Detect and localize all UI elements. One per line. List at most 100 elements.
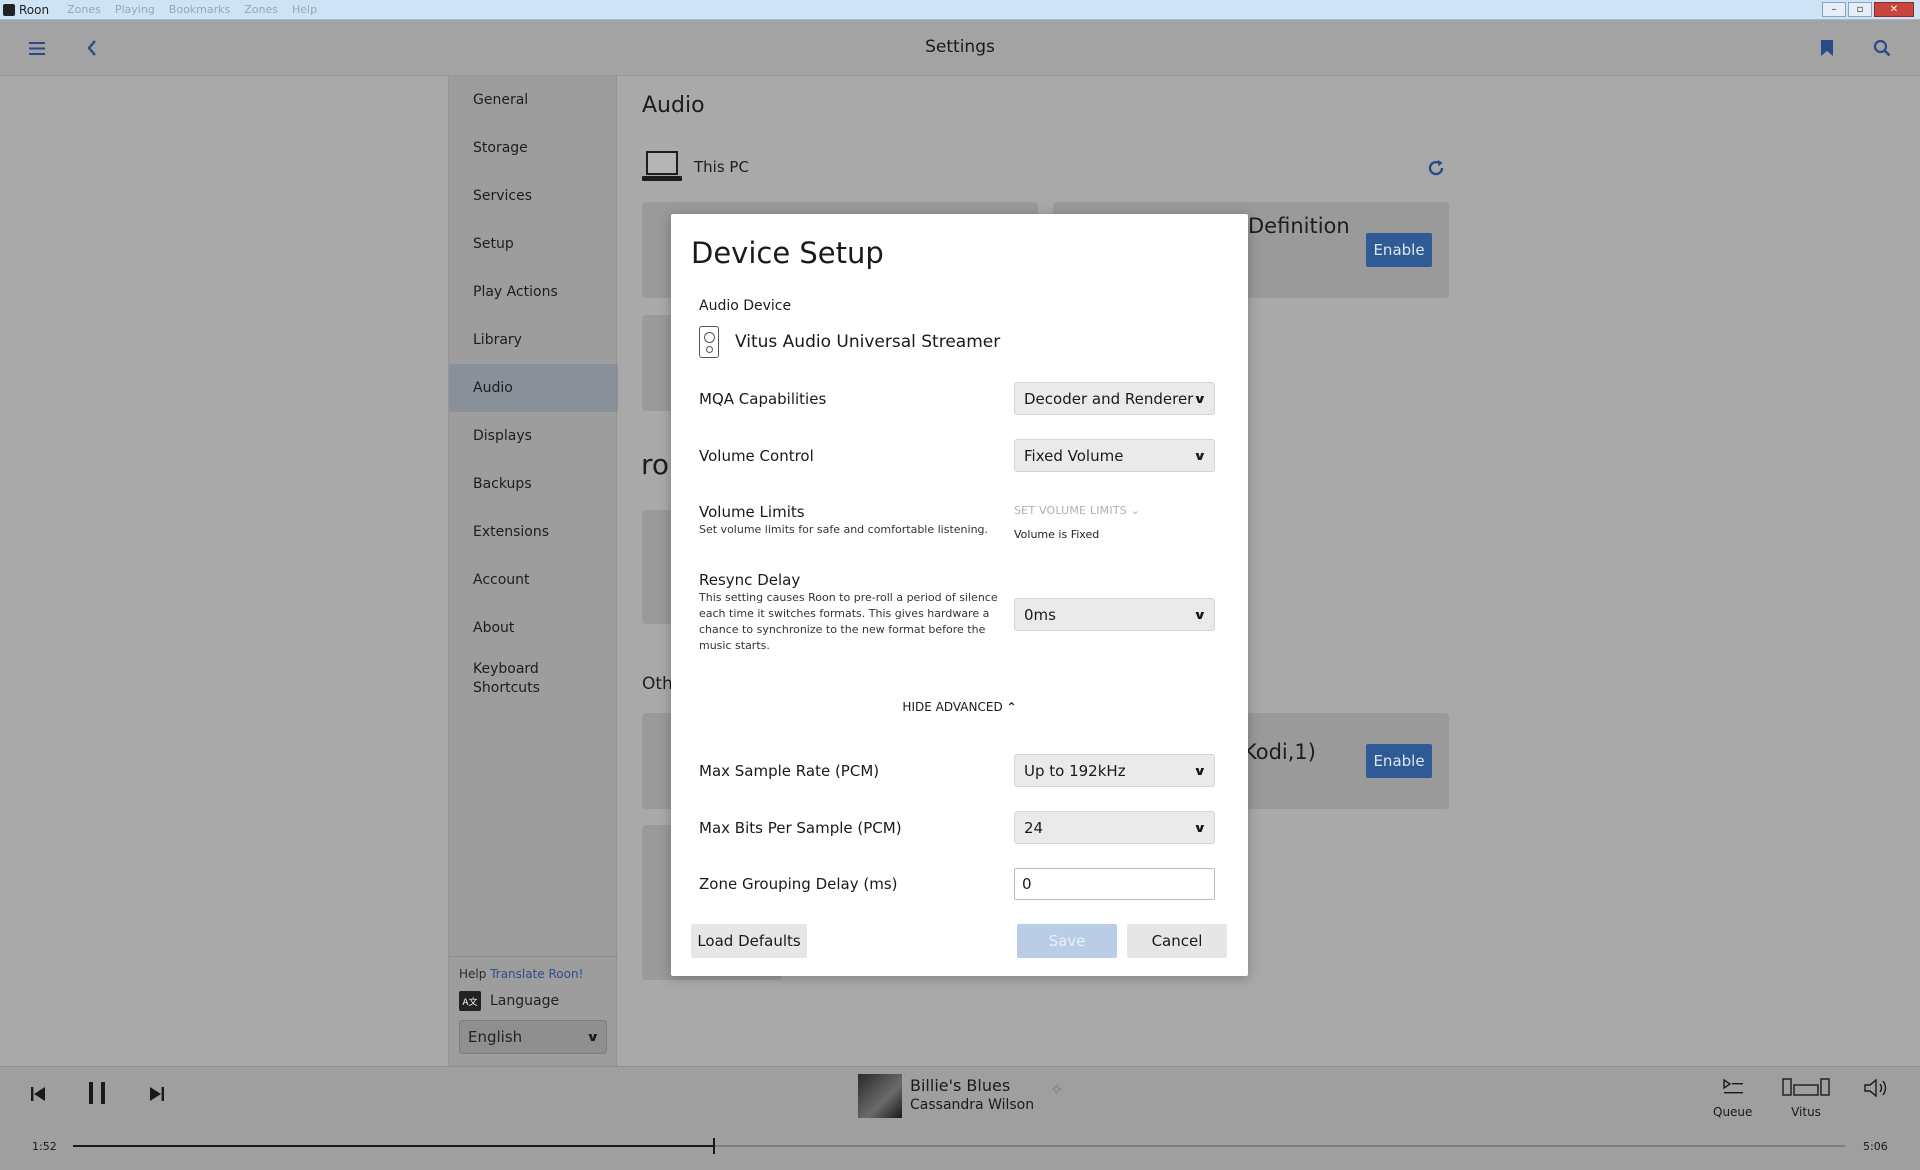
bookmark-icon[interactable] xyxy=(1816,37,1838,59)
menu-item[interactable]: Help xyxy=(292,3,317,16)
language-row: A文 Language xyxy=(459,991,608,1011)
save-button[interactable]: Save xyxy=(1017,924,1117,958)
close-icon[interactable]: ✕ xyxy=(1874,2,1914,17)
enable-button[interactable]: Enable xyxy=(1366,744,1432,778)
volume-limits-description: Set volume limits for safe and comfortab… xyxy=(699,523,989,536)
nav-item-about[interactable]: About xyxy=(449,604,618,652)
mqa-capabilities-select[interactable]: Decoder and Renderer ∨ xyxy=(1014,382,1215,415)
pause-icon[interactable] xyxy=(86,1081,108,1111)
device-group-label: This PC xyxy=(694,158,749,176)
cancel-button[interactable]: Cancel xyxy=(1127,924,1227,958)
nav-item-services[interactable]: Services xyxy=(449,172,618,220)
page-title: Settings xyxy=(925,37,995,57)
menu-item[interactable]: Playing xyxy=(115,3,155,16)
chevron-up-icon: ⌃ xyxy=(1006,700,1017,714)
menu-item[interactable]: Zones xyxy=(244,3,278,16)
max-bits-select[interactable]: 24 ∨ xyxy=(1014,811,1215,844)
load-defaults-button[interactable]: Load Defaults xyxy=(691,924,807,958)
mqa-label: MQA Capabilities xyxy=(699,390,827,408)
language-label: Language xyxy=(490,993,560,1009)
window-title: Roon xyxy=(19,2,50,17)
previous-track-icon[interactable] xyxy=(30,1083,46,1108)
volume-button[interactable] xyxy=(1863,1077,1889,1105)
nav-item-setup[interactable]: Setup xyxy=(449,220,618,268)
set-volume-limits-button: SET VOLUME LIMITS ⌄ xyxy=(1014,504,1140,517)
section-heading-fragment: ro xyxy=(641,448,670,481)
nav-item-keyboard-shortcuts[interactable]: Keyboard Shortcuts xyxy=(449,652,618,706)
chevron-down-icon: ∨ xyxy=(586,1030,600,1044)
signal-path-icon[interactable]: ✧ xyxy=(1050,1080,1063,1099)
maximize-icon[interactable]: ▫ xyxy=(1848,2,1872,17)
nav-item-storage[interactable]: Storage xyxy=(449,124,618,172)
queue-icon xyxy=(1722,1077,1744,1105)
hide-advanced-toggle[interactable]: HIDE ADVANCED ⌃ xyxy=(671,700,1248,714)
volume-control-select[interactable]: Fixed Volume ∨ xyxy=(1014,439,1215,472)
window-titlebar: Roon Zones Playing Bookmarks Zones Help … xyxy=(0,0,1920,20)
volume-control-label: Volume Control xyxy=(699,447,814,465)
nav-item-play-actions[interactable]: Play Actions xyxy=(449,268,618,316)
nav-item-extensions[interactable]: Extensions xyxy=(449,508,618,556)
nav-item-displays[interactable]: Displays xyxy=(449,412,618,460)
device-card-title: Definition xyxy=(1248,214,1350,238)
set-volume-limits-label: SET VOLUME LIMITS xyxy=(1014,504,1127,517)
audio-device-label: Audio Device xyxy=(699,298,792,314)
resync-delay-label: Resync Delay xyxy=(699,571,801,589)
zone-label: Vitus xyxy=(1791,1105,1821,1119)
device-card-title: Kodi,1) xyxy=(1243,740,1316,764)
menu-bar: Zones Playing Bookmarks Zones Help xyxy=(67,3,317,16)
app-header: Settings xyxy=(0,20,1920,76)
queue-label: Queue xyxy=(1713,1105,1753,1119)
section-heading-fragment: Oth xyxy=(642,674,673,694)
nav-footer: Help Translate Roon! A文 Language English… xyxy=(449,956,618,1054)
volume-control-value: Fixed Volume xyxy=(1024,446,1124,465)
max-sample-rate-label: Max Sample Rate (PCM) xyxy=(699,762,880,780)
seek-bar-thumb[interactable] xyxy=(713,1138,716,1154)
track-artist[interactable]: Cassandra Wilson xyxy=(910,1097,1034,1113)
chevron-down-icon: ∨ xyxy=(1193,448,1207,463)
resync-delay-select[interactable]: 0ms ∨ xyxy=(1014,598,1215,631)
nav-item-library[interactable]: Library xyxy=(449,316,618,364)
next-track-icon[interactable] xyxy=(149,1083,165,1108)
dialog-title: Device Setup xyxy=(691,236,884,270)
chevron-down-icon: ⌄ xyxy=(1130,504,1141,517)
max-sample-rate-select[interactable]: Up to 192kHz ∨ xyxy=(1014,754,1215,787)
hide-advanced-label: HIDE ADVANCED xyxy=(902,700,1003,714)
max-sample-rate-value: Up to 192kHz xyxy=(1024,761,1126,780)
player-bar: Billie's Blues Cassandra Wilson ✧ Queue … xyxy=(0,1066,1920,1170)
speaker-icon xyxy=(699,326,719,358)
seek-bar[interactable] xyxy=(73,1138,1845,1154)
zone-button[interactable]: Vitus xyxy=(1782,1077,1830,1119)
mqa-value: Decoder and Renderer xyxy=(1024,389,1194,408)
language-select[interactable]: English ∨ xyxy=(459,1020,607,1054)
volume-limits-label: Volume Limits xyxy=(699,503,805,521)
chevron-down-icon: ∨ xyxy=(1193,607,1207,622)
nav-item-general[interactable]: General xyxy=(449,76,618,124)
chevron-down-icon: ∨ xyxy=(1193,391,1207,406)
device-group-header: This PC xyxy=(642,151,749,183)
zone-grouping-delay-label: Zone Grouping Delay (ms) xyxy=(699,875,898,893)
language-value: English xyxy=(468,1028,523,1046)
chevron-down-icon: ∨ xyxy=(1193,763,1207,778)
search-icon[interactable] xyxy=(1871,37,1893,59)
device-name: Vitus Audio Universal Streamer xyxy=(735,332,1001,352)
window-controls: – ▫ ✕ xyxy=(1822,2,1914,17)
max-bits-label: Max Bits Per Sample (PCM) xyxy=(699,819,902,837)
nav-item-account[interactable]: Account xyxy=(449,556,618,604)
resync-value: 0ms xyxy=(1024,605,1056,624)
nav-item-backups[interactable]: Backups xyxy=(449,460,618,508)
translate-icon: A文 xyxy=(459,991,481,1011)
minimize-icon[interactable]: – xyxy=(1822,2,1846,17)
menu-item[interactable]: Bookmarks xyxy=(169,3,230,16)
nav-item-audio[interactable]: Audio xyxy=(449,364,618,412)
help-prefix: Help xyxy=(459,967,487,981)
refresh-icon[interactable] xyxy=(1427,158,1445,182)
translate-roon-link[interactable]: Translate Roon! xyxy=(490,967,583,981)
zone-grouping-delay-input[interactable] xyxy=(1014,868,1215,900)
queue-button[interactable]: Queue xyxy=(1713,1077,1752,1119)
enable-button[interactable]: Enable xyxy=(1366,233,1432,267)
album-art[interactable] xyxy=(858,1074,902,1118)
device-setup-dialog: Device Setup Audio Device Vitus Audio Un… xyxy=(671,214,1248,976)
menu-item[interactable]: Zones xyxy=(67,3,101,16)
audio-device-row: Vitus Audio Universal Streamer xyxy=(699,326,1000,358)
track-title[interactable]: Billie's Blues xyxy=(910,1076,1010,1095)
